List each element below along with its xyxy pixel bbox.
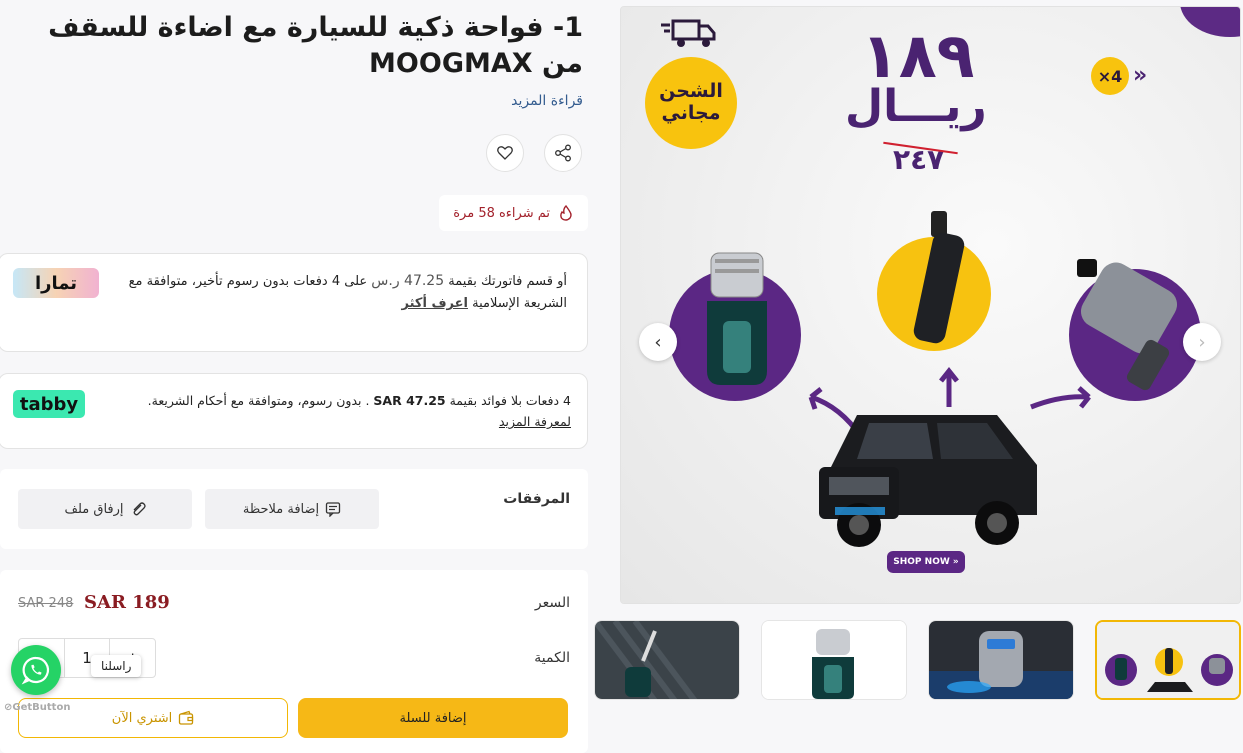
tamara-text-before: أو قسم فاتورتك بقيمة (448, 274, 567, 289)
tamara-text: أو قسم فاتورتك بقيمة 47.25 ر.س على 4 دفع… (107, 270, 567, 315)
whatsapp-tooltip: راسلنا (91, 655, 142, 677)
price-section: السعر SAR 189 SAR 248 الكمية - 1 + اشتري… (0, 570, 588, 753)
chevron-left-icon: ‹ (654, 331, 662, 353)
tamara-learn-more-link[interactable]: اعرف أكثر (402, 296, 468, 311)
add-to-cart-label: إضافة للسلة (399, 710, 467, 726)
thumbnail-4-image (595, 621, 739, 699)
share-icon (555, 144, 571, 162)
tabby-widget: 4 دفعات بلا فوائد بقيمة SAR 47.25 . بدون… (0, 373, 588, 449)
add-to-cart-button[interactable]: إضافة للسلة (298, 698, 568, 738)
tamara-widget: أو قسم فاتورتك بقيمة 47.25 ر.س على 4 دفع… (0, 253, 588, 352)
getbutton-brand-label: GetButton (12, 702, 71, 713)
wallet-icon (179, 710, 194, 725)
whatsapp-chat-button[interactable] (11, 645, 61, 695)
truck-icon (661, 19, 716, 47)
share-button[interactable] (544, 134, 582, 172)
attachments-label: المرفقات (503, 491, 570, 507)
buy-now-label: اشتري الآن (111, 710, 173, 726)
gallery-next-button[interactable]: › (1183, 323, 1221, 361)
shop-now-badge: SHOP NOW » (887, 551, 965, 573)
tamara-logo: تمارا (13, 268, 99, 298)
attach-file-label: إرفاق ملف (64, 501, 124, 517)
tamara-amount: 47.25 ر.س (371, 273, 445, 289)
product-page: الشحن مجاني ١٨٩ ريـــال ٢٤٧ ×4 » SHOP NO… (0, 0, 1243, 753)
tabby-text: 4 دفعات بلا فوائد بقيمة SAR 47.25 . بدون… (101, 390, 571, 433)
getbutton-brand[interactable]: ⊘GetButton (4, 702, 70, 713)
add-note-button[interactable]: إضافة ملاحظة (205, 489, 379, 529)
price-label: السعر (534, 595, 570, 611)
tabby-logo: tabby (13, 390, 85, 418)
car-image (819, 415, 1037, 547)
thumbnail-4[interactable] (594, 620, 740, 700)
thumbnail-2[interactable] (928, 620, 1074, 700)
thumbnail-2-image (929, 621, 1073, 699)
promo-old-price: ٢٤٧ (893, 143, 945, 176)
add-note-label: إضافة ملاحظة (242, 501, 320, 517)
shop-now-label: SHOP NOW (893, 557, 950, 567)
heart-icon (497, 146, 513, 160)
diffuser-image (707, 252, 767, 385)
multiplier-badge: ×4 (1091, 57, 1129, 95)
attach-file-button[interactable]: إرفاق ملف (18, 489, 192, 529)
tabby-amount: SAR 47.25 (373, 393, 446, 408)
chevron-right-icon: › (1198, 331, 1206, 353)
thumbnail-1-image (1097, 622, 1239, 698)
attachments-section: المرفقات إضافة ملاحظة إرفاق ملف (0, 469, 588, 549)
double-chevron-icon: » (1133, 63, 1148, 88)
sold-count-text: تم شراءه 58 مرة (453, 205, 550, 221)
old-price: SAR 248 (18, 596, 74, 611)
tabby-text-before: 4 دفعات بلا فوائد بقيمة (449, 393, 571, 408)
thumbnail-strip (594, 620, 1241, 700)
promo-currency: ريـــال (845, 81, 987, 132)
product-title: 1- فواحة ذكية للسيارة مع اضاءة للسقف من … (48, 12, 583, 80)
fire-icon (560, 205, 572, 221)
cable-image (913, 211, 965, 344)
wishlist-button[interactable] (486, 134, 524, 172)
whatsapp-icon (21, 656, 50, 685)
thumbnail-1[interactable] (1095, 620, 1241, 700)
tabby-learn-more-link[interactable]: لمعرفة المزيد (499, 414, 571, 429)
current-price: SAR 189 (84, 592, 170, 613)
gallery-prev-button[interactable]: ‹ (639, 323, 677, 361)
tabby-text-after: . بدون رسوم، ومتوافقة مع أحكام الشريعة. (147, 393, 370, 408)
quantity-label: الكمية (534, 650, 570, 666)
thumbnail-3-image (762, 621, 906, 699)
paperclip-icon (133, 502, 146, 516)
note-icon (326, 502, 341, 517)
product-main-image[interactable]: الشحن مجاني ١٨٩ ريـــال ٢٤٧ ×4 » SHOP NO… (620, 6, 1241, 604)
free-shipping-badge: الشحن مجاني (645, 57, 737, 149)
read-more-link[interactable]: قراءة المزيد (511, 93, 583, 109)
promo-price: ١٨٩ (861, 19, 975, 92)
thumbnail-3[interactable] (761, 620, 907, 700)
sold-count-badge: تم شراءه 58 مرة (439, 195, 588, 231)
